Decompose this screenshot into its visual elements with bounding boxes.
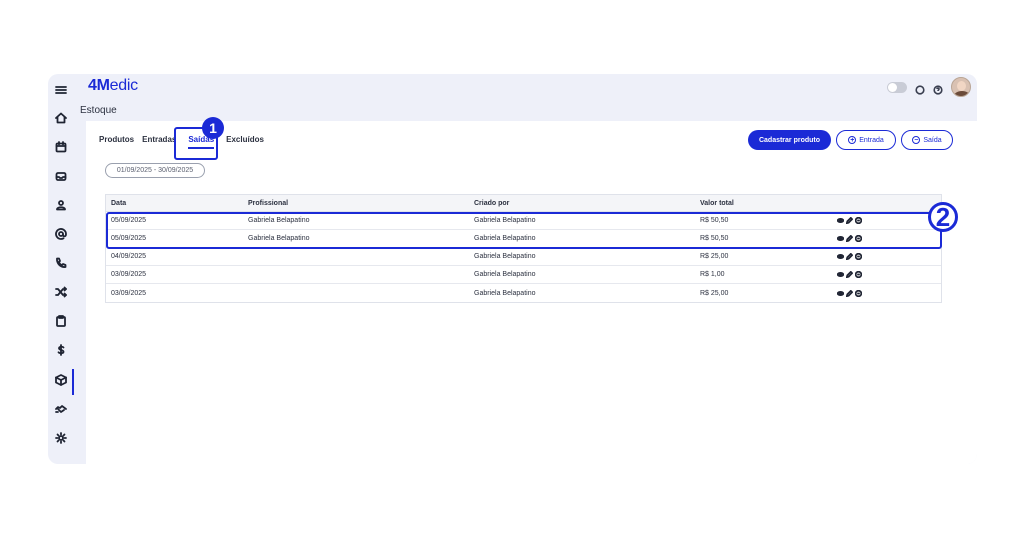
view-icon[interactable] — [837, 253, 844, 260]
col-data: Data — [111, 199, 127, 207]
row-actions — [837, 289, 897, 297]
row-actions — [837, 253, 897, 260]
cell-data: 03/09/2025 — [111, 271, 147, 278]
clipboard-icon[interactable] — [53, 313, 69, 329]
user-icon[interactable] — [53, 197, 69, 213]
col-valor-total: Valor total — [700, 199, 734, 207]
menu-icon[interactable] — [53, 82, 69, 98]
view-icon[interactable] — [837, 271, 844, 278]
box-icon[interactable] — [53, 372, 69, 388]
calendar-icon[interactable] — [53, 139, 69, 155]
cell-valor: R$ 1,00 — [700, 271, 725, 278]
chat-icon[interactable] — [915, 82, 925, 95]
col-criado-por: Criado por — [474, 199, 510, 207]
home-icon[interactable] — [53, 110, 69, 126]
remove-icon[interactable] — [855, 271, 862, 278]
shuffle-icon[interactable] — [53, 284, 69, 300]
table-row: 03/09/2025 Gabriela Belapatino R$ 25,00 — [106, 284, 941, 302]
date-range-filter[interactable]: 01/09/2025 - 30/09/2025 — [105, 163, 205, 178]
cell-valor: R$ 25,00 — [700, 289, 729, 297]
theme-toggle[interactable] — [887, 81, 907, 93]
cell-data: 04/09/2025 — [111, 253, 147, 260]
edit-icon[interactable] — [846, 271, 853, 278]
col-profissional: Profissional — [248, 199, 289, 207]
entrada-button[interactable]: + Entrada — [836, 130, 896, 150]
dollar-icon[interactable] — [53, 342, 69, 358]
at-icon[interactable] — [53, 226, 69, 242]
page-title: Estoque — [80, 105, 117, 116]
cell-criado-por: Gabriela Belapatino — [474, 253, 536, 260]
plus-circle-icon: + — [848, 136, 857, 144]
annotation-badge-2: 2 — [928, 202, 958, 232]
sidebar — [48, 74, 74, 464]
saida-button[interactable]: − Saída — [901, 130, 953, 150]
tab-produtos[interactable]: Produtos — [99, 135, 134, 149]
table-row: 03/09/2025 Gabriela Belapatino R$ 1,00 — [106, 266, 941, 284]
remove-icon[interactable] — [855, 289, 862, 297]
sidebar-active-indicator — [72, 369, 74, 395]
app-window: 4Medic Estoque Produtos Entradas Saídas … — [48, 74, 977, 464]
phone-icon[interactable] — [53, 255, 69, 271]
gear-icon[interactable] — [53, 430, 69, 446]
table-header: Data Profissional Criado por Valor total — [106, 195, 941, 212]
cadastrar-produto-button[interactable]: Cadastrar produto — [748, 130, 831, 150]
table-row: 04/09/2025 Gabriela Belapatino R$ 25,00 — [106, 248, 941, 266]
edit-icon[interactable] — [846, 289, 853, 297]
remove-icon[interactable] — [855, 253, 862, 260]
cell-criado-por: Gabriela Belapatino — [474, 271, 536, 278]
action-buttons: Cadastrar produto + Entrada − Saída — [748, 130, 953, 150]
handshake-icon[interactable] — [53, 401, 69, 417]
minus-circle-icon: − — [912, 136, 921, 144]
top-bar: 4Medic — [74, 74, 977, 102]
cell-data: 03/09/2025 — [111, 289, 147, 297]
avatar[interactable] — [951, 77, 971, 97]
row-actions — [837, 271, 897, 278]
edit-icon[interactable] — [846, 253, 853, 260]
tab-entradas[interactable]: Entradas — [142, 135, 176, 149]
cell-valor: R$ 25,00 — [700, 253, 729, 260]
help-icon[interactable] — [933, 82, 943, 95]
app-logo: 4Medic — [88, 77, 138, 94]
annotation-box-2 — [106, 212, 942, 249]
main-content: Produtos Entradas Saídas Excluídos 01/09… — [86, 121, 977, 464]
annotation-badge-1: 1 — [202, 117, 224, 139]
view-icon[interactable] — [837, 290, 844, 297]
tab-excluidos[interactable]: Excluídos — [226, 135, 264, 149]
cell-criado-por: Gabriela Belapatino — [474, 289, 536, 297]
inbox-icon[interactable] — [53, 168, 69, 184]
